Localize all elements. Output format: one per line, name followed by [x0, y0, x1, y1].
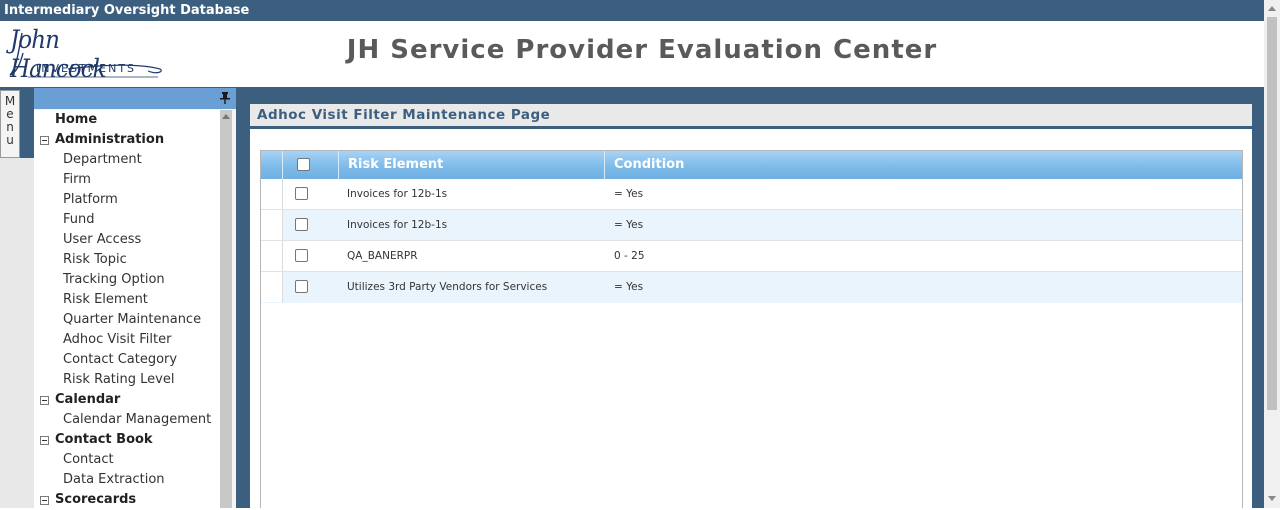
cell-condition: = Yes	[614, 281, 644, 293]
collapse-icon[interactable]	[40, 136, 49, 145]
main-panel: Adhoc Visit Filter Maintenance Page Risk…	[250, 104, 1252, 508]
table-row[interactable]: Invoices for 12b-1s = Yes	[261, 179, 1242, 210]
sidebar-item-contact[interactable]: Contact	[63, 450, 114, 470]
sidebar-group-scorecards[interactable]: Scorecards	[55, 490, 136, 510]
sidebar-item-risk-element[interactable]: Risk Element	[63, 290, 148, 310]
cell-condition: = Yes	[614, 219, 644, 231]
scrollbar-thumb[interactable]	[1267, 17, 1277, 410]
collapse-icon[interactable]	[40, 496, 49, 505]
pin-icon[interactable]	[220, 92, 230, 104]
menu-letter: u	[6, 133, 14, 147]
table-row[interactable]: QA_BANERPR 0 - 25	[261, 241, 1242, 272]
column-header-condition[interactable]: Condition	[605, 151, 1242, 179]
scroll-up-icon[interactable]	[1268, 6, 1276, 11]
sidebar-item-quarter-maintenance[interactable]: Quarter Maintenance	[63, 310, 201, 330]
cell-risk-element: Invoices for 12b-1s	[347, 188, 448, 200]
sidebar-item-adhoc-visit-filter[interactable]: Adhoc Visit Filter	[63, 330, 171, 350]
sidebar-scrollbar[interactable]	[220, 110, 232, 508]
page-scrollbar[interactable]	[1264, 0, 1280, 508]
page-header: John Hancock INVESTMENTS JH Service Prov…	[0, 21, 1264, 87]
sidebar-item-fund[interactable]: Fund	[63, 210, 95, 230]
sidebar-item-home[interactable]: Home	[55, 110, 97, 130]
row-checkbox[interactable]	[295, 280, 308, 293]
sidebar-group-administration[interactable]: Administration	[55, 130, 164, 150]
app-title-bar: Intermediary Oversight Database	[0, 0, 1264, 21]
column-header-risk-element[interactable]: Risk Element	[339, 151, 605, 179]
sidebar-item-risk-topic[interactable]: Risk Topic	[63, 250, 127, 270]
select-all-checkbox[interactable]	[297, 158, 310, 171]
row-checkbox[interactable]	[295, 187, 308, 200]
panel-title: Adhoc Visit Filter Maintenance Page	[250, 104, 1252, 126]
row-gutter	[261, 210, 283, 240]
table-row[interactable]: Utilizes 3rd Party Vendors for Services …	[261, 272, 1242, 303]
sidebar-item-tracking-option[interactable]: Tracking Option	[63, 270, 165, 290]
sidebar-item-data-extraction[interactable]: Data Extraction	[63, 470, 165, 490]
collapse-icon[interactable]	[40, 436, 49, 445]
sidebar-header	[34, 88, 236, 109]
sidebar-item-risk-rating-level[interactable]: Risk Rating Level	[63, 370, 174, 390]
cell-condition: 0 - 25	[614, 250, 645, 262]
sidebar-item-user-access[interactable]: User Access	[63, 230, 141, 250]
row-checkbox[interactable]	[295, 218, 308, 231]
page-title: JH Service Provider Evaluation Center	[346, 35, 938, 65]
navigation-tree: Home Administration Department Firm Plat…	[34, 110, 220, 508]
app-name: Intermediary Oversight Database	[4, 3, 250, 18]
sidebar-item-firm[interactable]: Firm	[63, 170, 91, 190]
cell-condition: = Yes	[614, 188, 644, 200]
row-checkbox[interactable]	[295, 249, 308, 262]
filter-grid: Risk Element Condition Invoices for 12b-…	[260, 150, 1243, 508]
sidebar-item-contact-category[interactable]: Contact Category	[63, 350, 177, 370]
cell-risk-element: Utilizes 3rd Party Vendors for Services	[347, 281, 548, 293]
row-gutter	[261, 272, 283, 302]
sidebar-group-contact-book[interactable]: Contact Book	[55, 430, 153, 450]
row-gutter	[261, 241, 283, 271]
sidebar-item-calendar-management[interactable]: Calendar Management	[63, 410, 211, 430]
scroll-up-icon[interactable]	[222, 114, 230, 119]
sidebar-group-calendar[interactable]: Calendar	[55, 390, 120, 410]
sidebar-item-platform[interactable]: Platform	[63, 190, 118, 210]
left-gutter	[0, 158, 34, 508]
grid-header: Risk Element Condition	[261, 151, 1242, 179]
panel-divider	[250, 126, 1252, 129]
grid-header-select	[283, 151, 339, 179]
table-row[interactable]: Invoices for 12b-1s = Yes	[261, 210, 1242, 241]
scroll-down-icon[interactable]	[1268, 496, 1276, 501]
sidebar: Home Administration Department Firm Plat…	[34, 88, 236, 508]
cell-risk-element: QA_BANERPR	[347, 250, 418, 262]
sidebar-item-department[interactable]: Department	[63, 150, 142, 170]
collapse-icon[interactable]	[40, 396, 49, 405]
row-gutter	[261, 179, 283, 209]
grid-header-gutter	[261, 151, 283, 179]
cell-risk-element: Invoices for 12b-1s	[347, 219, 448, 231]
menu-toggle-tab[interactable]: M e n u	[0, 90, 20, 158]
